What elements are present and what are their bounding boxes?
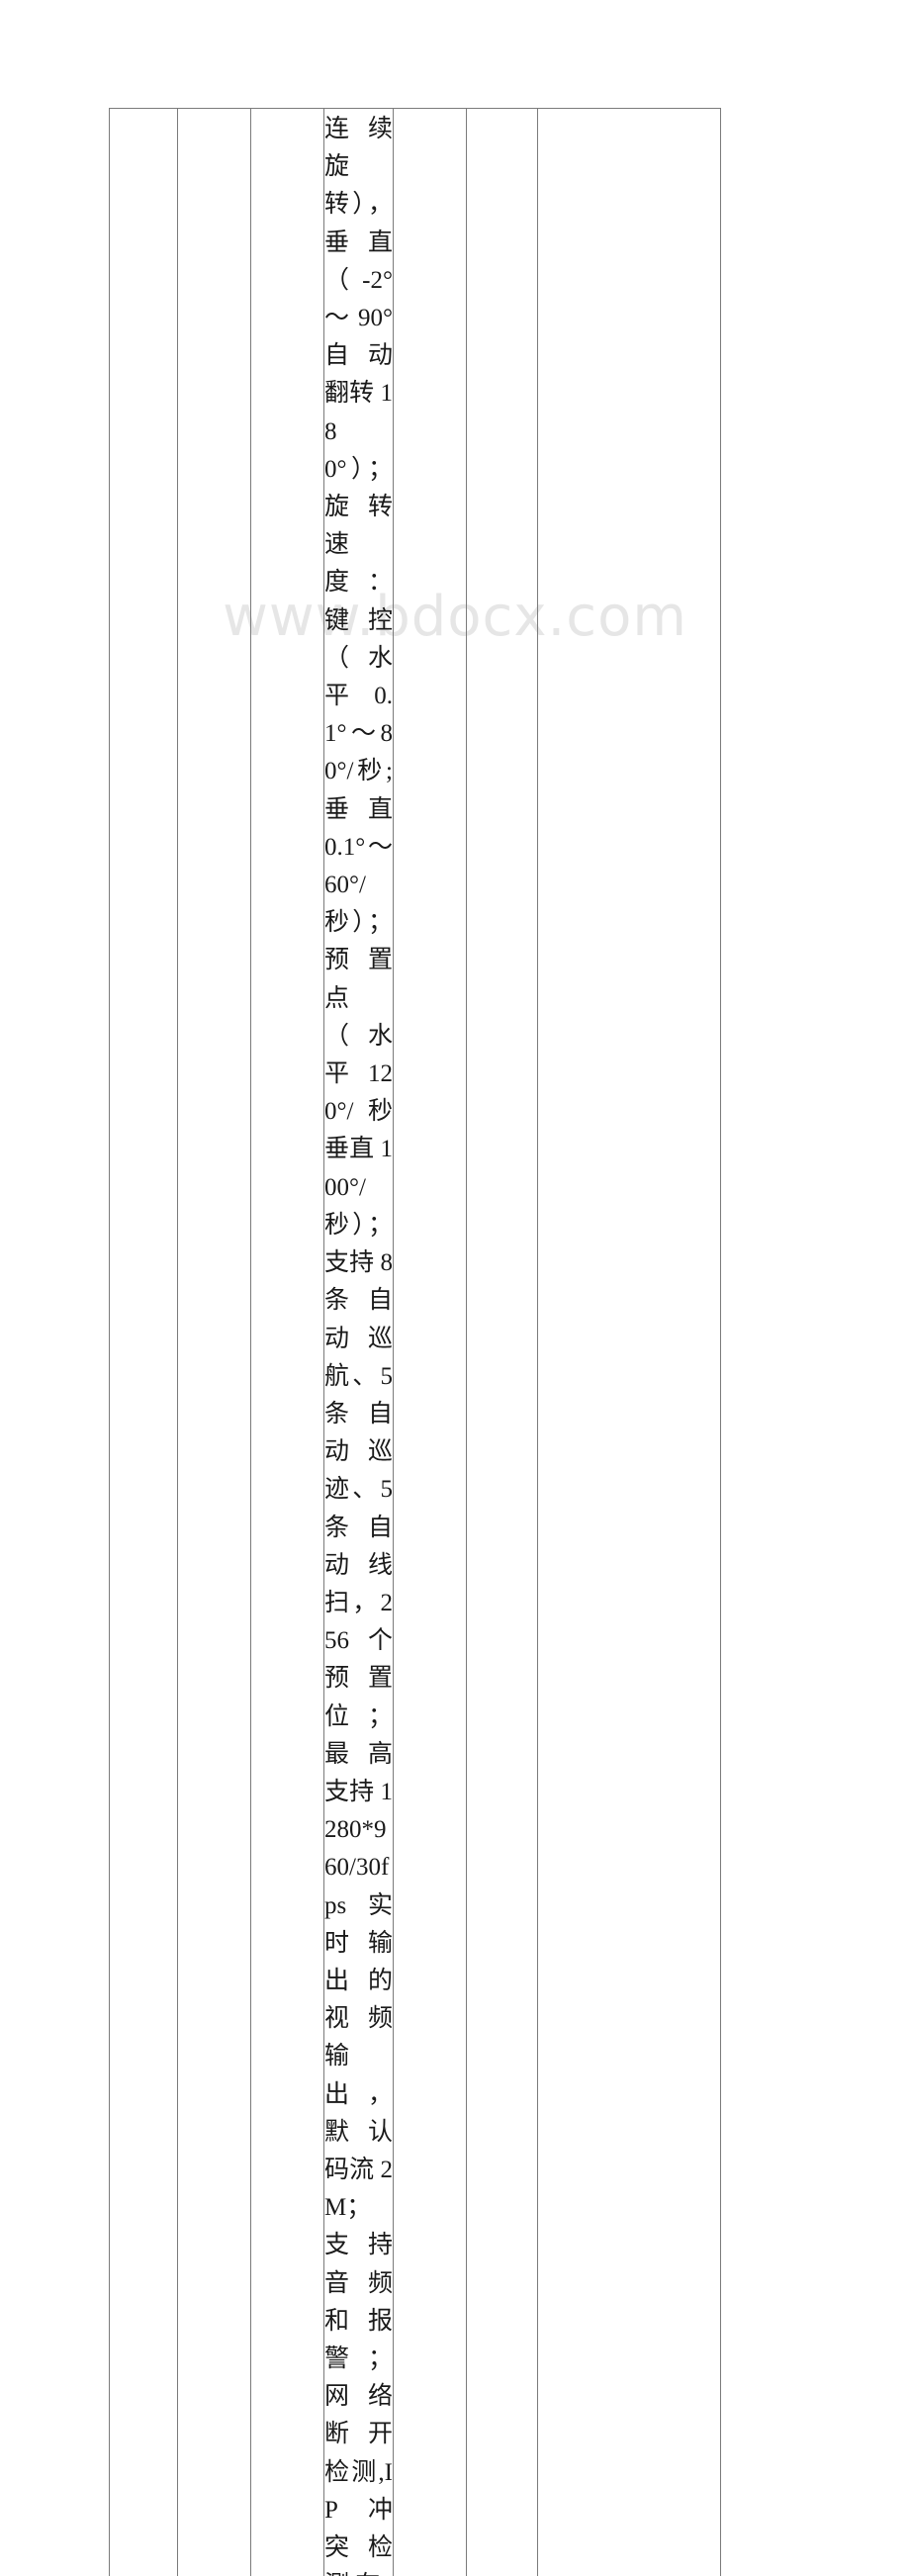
specification-table: 连续旋转），垂直（-2°～90°自动翻转 180°）；旋转速度：键控（水平 0.… <box>109 108 721 2576</box>
table-row: 连续旋转），垂直（-2°～90°自动翻转 180°）；旋转速度：键控（水平 0.… <box>110 109 721 2576</box>
table-cell-column-5 <box>394 109 467 2576</box>
table-cell-column-6 <box>467 109 538 2576</box>
table-cell-column-3 <box>251 109 324 2576</box>
specification-text: 连续旋转），垂直（-2°～90°自动翻转 180°）；旋转速度：键控（水平 0.… <box>324 109 393 2576</box>
document-page: www.bdocx.com 连续旋转），垂直（-2°～90°自动翻转 180°）… <box>0 0 910 1288</box>
table-cell-column-7 <box>538 109 721 2576</box>
table-cell-column-2 <box>178 109 251 2576</box>
table-cell-column-1 <box>110 109 178 2576</box>
table-cell-specification: 连续旋转），垂直（-2°～90°自动翻转 180°）；旋转速度：键控（水平 0.… <box>324 109 394 2576</box>
